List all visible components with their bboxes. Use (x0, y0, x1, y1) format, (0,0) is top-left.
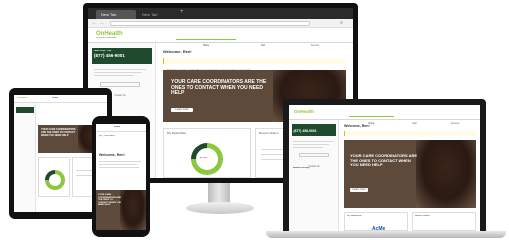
tablet-deductible-card[interactable] (38, 157, 70, 197)
sidebar-contact-button[interactable]: Contact Us (100, 82, 140, 97)
laptop-coordinator-photo (416, 140, 476, 208)
laptop-hero: YOUR CARE COORDINATORS ARE THE ONES TO C… (344, 140, 476, 208)
nav-tab-account[interactable]: Account (290, 33, 340, 47)
laptop-nav-mail[interactable]: Mail (397, 111, 432, 125)
address-bar[interactable] (110, 21, 310, 26)
phone-hero-headline: YOUR CARE COORDINATORS ARE THE ONES TO C… (98, 194, 122, 207)
nav-tab-mail[interactable]: Mail (238, 33, 288, 47)
nav-tab-home[interactable]: Home (176, 33, 236, 47)
laptop-help-phone: (877) 456-9001 (293, 128, 317, 133)
laptop-nav-label: Mail (412, 123, 417, 125)
phone-screen: AcMe (877) 456-9001 Welcome, Ren! YOUR C… (96, 124, 146, 230)
laptop-learn-more-button[interactable]: Learn more (350, 188, 368, 192)
phone-hero: YOUR CARE COORDINATORS ARE THE ONES TO C… (96, 190, 146, 230)
deductible-value: $1,000 (200, 157, 208, 159)
browser-tab[interactable]: New Tab (96, 10, 136, 19)
help-phone-number: (877) 456-9001 (94, 52, 125, 58)
desktop-stand-base (186, 202, 254, 214)
nav-tab-label: Mail (260, 45, 266, 47)
laptop-screen: OnHealth Home Mail Account (877) 456-900… (289, 105, 480, 231)
tablet-badge: AcMe (52, 97, 59, 99)
laptop-base (266, 231, 506, 238)
back-icon[interactable]: ← (92, 20, 97, 26)
laptop-sidebar-lines (293, 141, 335, 148)
sidebar-contact-label: Contact Us (114, 95, 126, 97)
tablet-sidebar (14, 103, 36, 212)
help-phone-panel[interactable]: Need help? Call (877) 456-9001 (92, 48, 152, 64)
tablet-brand: OnHealth (17, 97, 28, 99)
menu-icon[interactable]: ≡ (340, 20, 343, 26)
browser-tab-label: New Tab (101, 12, 117, 17)
brand-logo[interactable]: OnHealth by AcMe Healthcare (96, 31, 123, 40)
forward-icon[interactable]: → (99, 20, 104, 26)
nav-tab-label: Home (202, 45, 210, 47)
browser-tab-label: New Tab (142, 12, 158, 17)
laptop-contact-label: Contact Us (308, 166, 320, 168)
laptop-sidebar-section: Recent Activity (293, 167, 310, 169)
brand-tagline: by AcMe Healthcare (96, 37, 117, 39)
laptop-sidebar (289, 120, 339, 231)
deductible-card-title: My Deductible (167, 132, 187, 135)
laptop-contact-button[interactable]: Contact Us (299, 153, 329, 168)
new-tab-icon[interactable]: + (180, 9, 184, 15)
phone-header: AcMe (96, 124, 146, 132)
laptop-hero-headline: YOUR CARE COORDINATORS ARE THE ONES TO C… (350, 153, 418, 168)
laptop-deductible-title: My Deductible (347, 215, 362, 217)
hero-learn-more-button[interactable]: Learn more (171, 108, 193, 112)
phone-phone-number: (877) 456-9001 (99, 135, 115, 137)
phone-welcome: Welcome, Ren! (99, 153, 125, 157)
welcome-heading: Welcome, Ren! (163, 50, 192, 54)
tablet-deductible-donut (45, 170, 65, 190)
phone-coordinator-photo (120, 190, 146, 230)
claims-card-title: Recent Claims (259, 132, 279, 135)
laptop-nav-account[interactable]: Account (435, 111, 475, 125)
nav-tab-label: Account (310, 45, 320, 47)
tablet-header: OnHealth AcMe (14, 95, 107, 103)
laptop-brand[interactable]: OnHealth (294, 109, 314, 114)
browser-tab[interactable]: New Tab (138, 10, 176, 19)
tablet-help-panel[interactable] (16, 107, 34, 113)
deductible-donut: $1,000 (191, 143, 223, 175)
laptop-claims-card[interactable]: Recent Claims (412, 212, 476, 231)
laptop-badge: AcMe (372, 226, 386, 232)
phone-badge: AcMe (114, 126, 121, 128)
laptop-nav-label: Account (450, 123, 460, 125)
tablet-hero-headline: YOUR CARE COORDINATORS ARE THE ONES TO C… (41, 128, 76, 137)
laptop-brand-name: OnHealth (294, 109, 315, 114)
alert-banner: Reminder: complete your health assessmen… (163, 58, 346, 72)
phone-text-lines (99, 161, 143, 168)
laptop-alert-banner (344, 131, 476, 136)
laptop-welcome: Welcome, Ren! (344, 124, 370, 128)
sidebar-text-block (94, 69, 150, 76)
laptop-claims-title: Recent Claims (415, 215, 430, 217)
laptop-nav-home[interactable]: Home (349, 111, 394, 125)
deductible-card[interactable]: My Deductible $1,000 (163, 128, 251, 178)
hero-headline: YOUR CARE COORDINATORS ARE THE ONES TO C… (171, 79, 267, 97)
laptop-help-panel[interactable]: (877) 456-9001 (292, 124, 336, 136)
